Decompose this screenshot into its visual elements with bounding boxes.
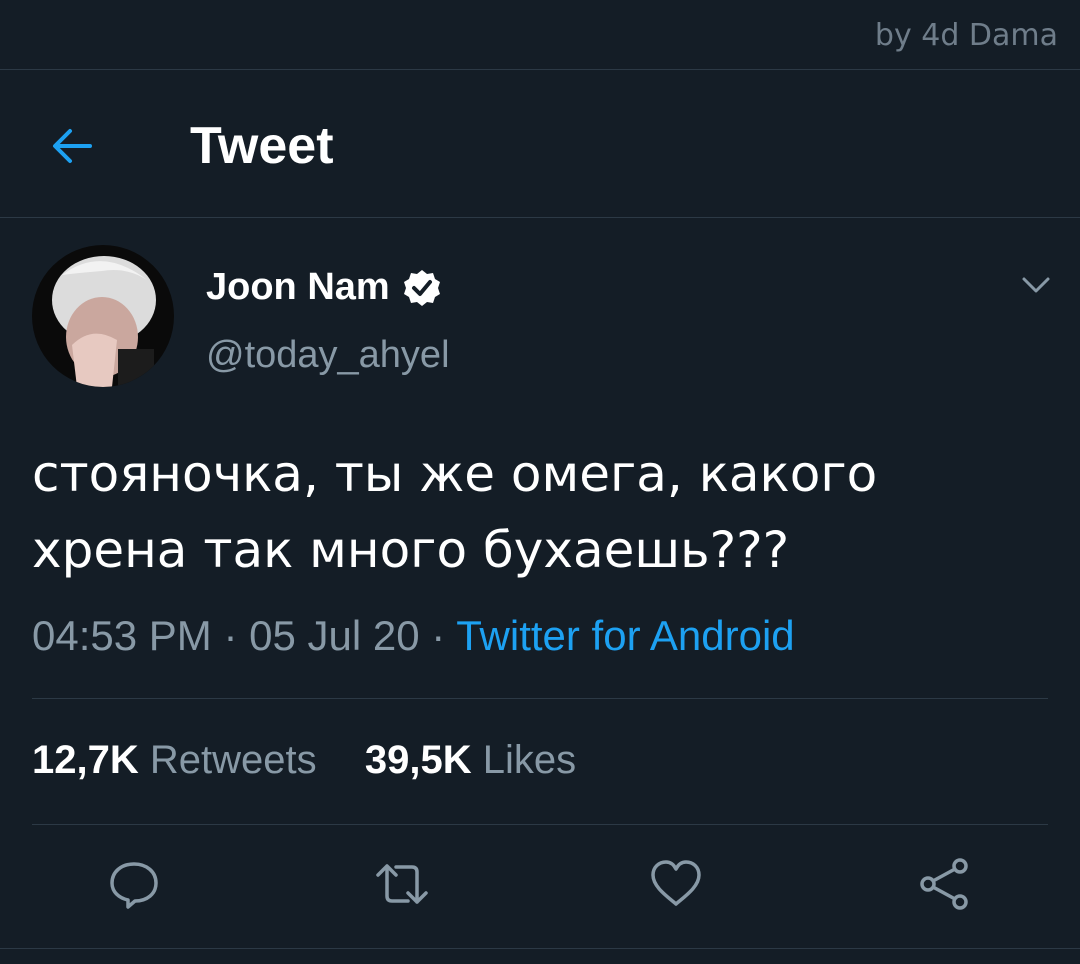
likes-label: Likes [482, 738, 577, 782]
bottom-divider [0, 948, 1080, 949]
arrow-left-icon [53, 129, 92, 163]
more-options-button[interactable] [1018, 270, 1054, 300]
retweets-count: 12,7K [32, 738, 139, 782]
avatar[interactable] [32, 245, 174, 387]
tweet-text-line: стояночка, ты же омега, какого [32, 445, 878, 503]
retweets-stat[interactable]: 12,7K Retweets [32, 738, 328, 782]
header-divider [0, 217, 1080, 218]
page-title: Tweet [190, 117, 334, 175]
chevron-down-icon [1022, 277, 1050, 293]
tweet-stats: 12,7K Retweets 39,5K Likes [32, 738, 576, 783]
action-bar [0, 856, 1080, 916]
author-handle[interactable]: @today_ahyel [206, 334, 450, 377]
like-button[interactable] [648, 856, 704, 912]
back-button[interactable] [48, 120, 100, 172]
meta-divider [32, 698, 1048, 699]
share-button[interactable] [916, 856, 972, 912]
verified-badge-icon [403, 269, 440, 306]
stats-divider [32, 824, 1048, 825]
tweet-time: 04:53 PM [32, 612, 212, 659]
meta-separator: · [223, 612, 238, 659]
tweet-text-line: хрена так много бухаешь??? [32, 521, 790, 579]
watermark-text: by 4d Dama [874, 18, 1058, 53]
meta-separator: · [431, 612, 446, 659]
likes-stat[interactable]: 39,5K Likes [365, 738, 576, 782]
retweets-label: Retweets [149, 738, 317, 782]
avatar-image [32, 245, 174, 387]
share-icon [920, 858, 968, 910]
likes-count: 39,5K [364, 738, 472, 782]
tweet-date: 05 Jul 20 [249, 612, 420, 659]
author-name: Joon Nam [206, 266, 390, 308]
reply-icon [110, 862, 158, 909]
tweet-text: стояночка, ты же омега, какого хрена так… [32, 436, 1042, 588]
tweet-meta: 04:53 PM · 05 Jul 20 · Twitter for Andro… [32, 612, 795, 660]
author-name-row[interactable]: Joon Nam [206, 266, 442, 309]
retweet-icon [376, 864, 428, 904]
reply-button[interactable] [106, 856, 162, 912]
retweet-button[interactable] [374, 856, 430, 912]
tweet-source-link[interactable]: Twitter for Android [456, 612, 794, 659]
heart-icon [651, 860, 701, 906]
header-bar: Tweet [0, 70, 1080, 218]
